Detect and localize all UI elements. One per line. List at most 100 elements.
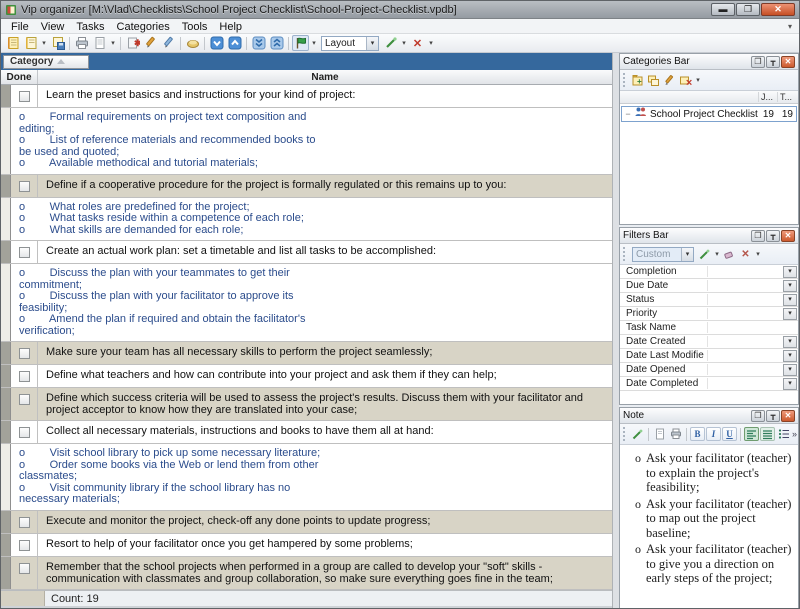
- apply-filter-dropdown-icon[interactable]: ▾: [713, 250, 721, 258]
- done-checkbox[interactable]: [19, 540, 30, 551]
- categories-restore-icon[interactable]: ❐: [751, 56, 765, 68]
- task-row[interactable]: Learn the preset basics and instructions…: [1, 85, 612, 108]
- done-checkbox[interactable]: [19, 371, 30, 382]
- maximize-button-icon[interactable]: ❐: [736, 3, 760, 16]
- categories-col2-header[interactable]: T...: [777, 92, 796, 102]
- note-toolbar-overflow-icon[interactable]: »: [792, 429, 795, 439]
- categories-more-icon[interactable]: ▾: [694, 76, 702, 84]
- filter-dropdown-icon[interactable]: ▾: [783, 378, 797, 390]
- layout-combobox[interactable]: Layout ▾: [321, 36, 379, 51]
- delete-category-icon[interactable]: ✕: [678, 73, 693, 87]
- clear-filter-eraser-icon[interactable]: [722, 247, 737, 261]
- task-row[interactable]: Collect all necessary materials, instruc…: [1, 421, 612, 444]
- task-row[interactable]: Execute and monitor the project, check-o…: [1, 511, 612, 534]
- layout-flag-icon[interactable]: [292, 35, 309, 51]
- save-notebook-icon[interactable]: [49, 35, 66, 51]
- align-left-icon[interactable]: [744, 427, 759, 441]
- task-row[interactable]: Make sure your team has all necessary sk…: [1, 342, 612, 365]
- filters-pin-icon[interactable]: ┳: [766, 230, 780, 242]
- note-new-page-icon[interactable]: [652, 427, 667, 441]
- done-checkbox[interactable]: [19, 181, 30, 192]
- edit-task-icon[interactable]: [142, 35, 159, 51]
- delete-icon[interactable]: ✕: [409, 35, 426, 51]
- filters-close-icon[interactable]: ✕: [781, 230, 795, 242]
- move-up-icon[interactable]: [226, 35, 243, 51]
- note-print-icon[interactable]: [668, 427, 683, 441]
- menu-view[interactable]: View: [35, 21, 71, 33]
- note-content[interactable]: oAsk your facilitator (teacher) to expla…: [620, 445, 798, 609]
- filter-dropdown-icon[interactable]: ▾: [783, 336, 797, 348]
- task-row[interactable]: Define which success criteria will be us…: [1, 388, 612, 421]
- task-row[interactable]: Resort to help of your facilitator once …: [1, 534, 612, 557]
- done-checkbox[interactable]: [19, 517, 30, 528]
- done-checkbox[interactable]: [19, 91, 30, 102]
- print-icon[interactable]: [73, 35, 90, 51]
- column-header-done[interactable]: Done: [1, 70, 38, 84]
- categories-pin-icon[interactable]: ┳: [766, 56, 780, 68]
- column-header-name[interactable]: Name: [38, 70, 612, 84]
- remove-filter-icon[interactable]: ✕: [738, 247, 753, 261]
- menu-tools[interactable]: Tools: [176, 21, 214, 33]
- note-pin-icon[interactable]: ┳: [766, 410, 780, 422]
- note-restore-icon[interactable]: ❐: [751, 410, 765, 422]
- tree-collapse-icon[interactable]: −: [622, 109, 634, 119]
- filter-dropdown-icon[interactable]: ▾: [783, 364, 797, 376]
- filters-restore-icon[interactable]: ❐: [751, 230, 765, 242]
- print-preview-icon[interactable]: [91, 35, 108, 51]
- filter-dropdown-icon[interactable]: ▾: [783, 308, 797, 320]
- task-row[interactable]: Define if a cooperative procedure for th…: [1, 175, 612, 198]
- filters-more-icon[interactable]: ▾: [754, 250, 762, 258]
- done-checkbox[interactable]: [19, 247, 30, 258]
- task-row[interactable]: Remember that the school projects when p…: [1, 557, 612, 590]
- toolbar-overflow-icon[interactable]: ▾: [788, 22, 795, 31]
- filter-dropdown-icon[interactable]: ▾: [783, 350, 797, 362]
- bullet-list-icon[interactable]: [776, 427, 791, 441]
- check-off-task-icon[interactable]: [160, 35, 177, 51]
- category-group-header[interactable]: Category: [3, 55, 89, 69]
- align-justify-icon[interactable]: [760, 427, 775, 441]
- customize-wand-icon[interactable]: [382, 35, 399, 51]
- note-wand-icon[interactable]: [630, 427, 645, 441]
- add-subcategory-icon[interactable]: [646, 73, 661, 87]
- categories-close-icon[interactable]: ✕: [781, 56, 795, 68]
- done-checkbox[interactable]: [19, 348, 30, 359]
- customize-dropdown-icon[interactable]: ▾: [400, 39, 408, 47]
- move-down-icon[interactable]: [208, 35, 225, 51]
- close-button-icon[interactable]: ✕: [761, 3, 795, 16]
- done-checkbox[interactable]: [19, 394, 30, 405]
- done-checkbox[interactable]: [19, 427, 30, 438]
- categories-col1-header[interactable]: J...: [758, 92, 777, 102]
- category-item[interactable]: −School Project Checklist1919: [621, 106, 797, 122]
- note-close-icon[interactable]: ✕: [781, 410, 795, 422]
- bold-icon[interactable]: B: [690, 427, 705, 441]
- italic-icon[interactable]: I: [706, 427, 721, 441]
- expand-all-icon[interactable]: [250, 35, 267, 51]
- filter-dropdown-icon[interactable]: ▾: [783, 280, 797, 292]
- add-category-icon[interactable]: +: [630, 73, 645, 87]
- filter-dropdown-icon[interactable]: ▾: [783, 266, 797, 278]
- underline-icon[interactable]: U: [722, 427, 737, 441]
- open-notebook-icon[interactable]: [22, 35, 39, 51]
- filter-dropdown-icon[interactable]: ▾: [783, 294, 797, 306]
- task-row[interactable]: Define what teachers and how can contrib…: [1, 365, 612, 388]
- print-dropdown-icon[interactable]: ▾: [109, 39, 117, 47]
- filter-preset-arrow-icon[interactable]: ▾: [681, 248, 693, 261]
- menu-file[interactable]: File: [5, 21, 35, 33]
- new-task-icon[interactable]: ✱: [124, 35, 141, 51]
- menu-tasks[interactable]: Tasks: [70, 21, 110, 33]
- apply-filter-wand-icon[interactable]: [697, 247, 712, 261]
- layout-combobox-arrow-icon[interactable]: ▾: [366, 37, 378, 50]
- edit-category-icon[interactable]: [662, 73, 677, 87]
- hide-done-icon[interactable]: [184, 35, 201, 51]
- collapse-all-icon[interactable]: [268, 35, 285, 51]
- open-dropdown-icon[interactable]: ▾: [40, 39, 48, 47]
- layout-dropdown-icon[interactable]: ▾: [310, 39, 318, 47]
- filter-preset-combobox[interactable]: Custom ▾: [632, 247, 694, 262]
- menu-help[interactable]: Help: [213, 21, 248, 33]
- done-checkbox[interactable]: [19, 563, 30, 574]
- minimize-button-icon[interactable]: ▬: [711, 3, 735, 16]
- new-notebook-icon[interactable]: [4, 35, 21, 51]
- more-tools-icon[interactable]: ▾: [427, 39, 435, 47]
- menu-categories[interactable]: Categories: [111, 21, 176, 33]
- task-row[interactable]: Create an actual work plan: set a timeta…: [1, 241, 612, 264]
